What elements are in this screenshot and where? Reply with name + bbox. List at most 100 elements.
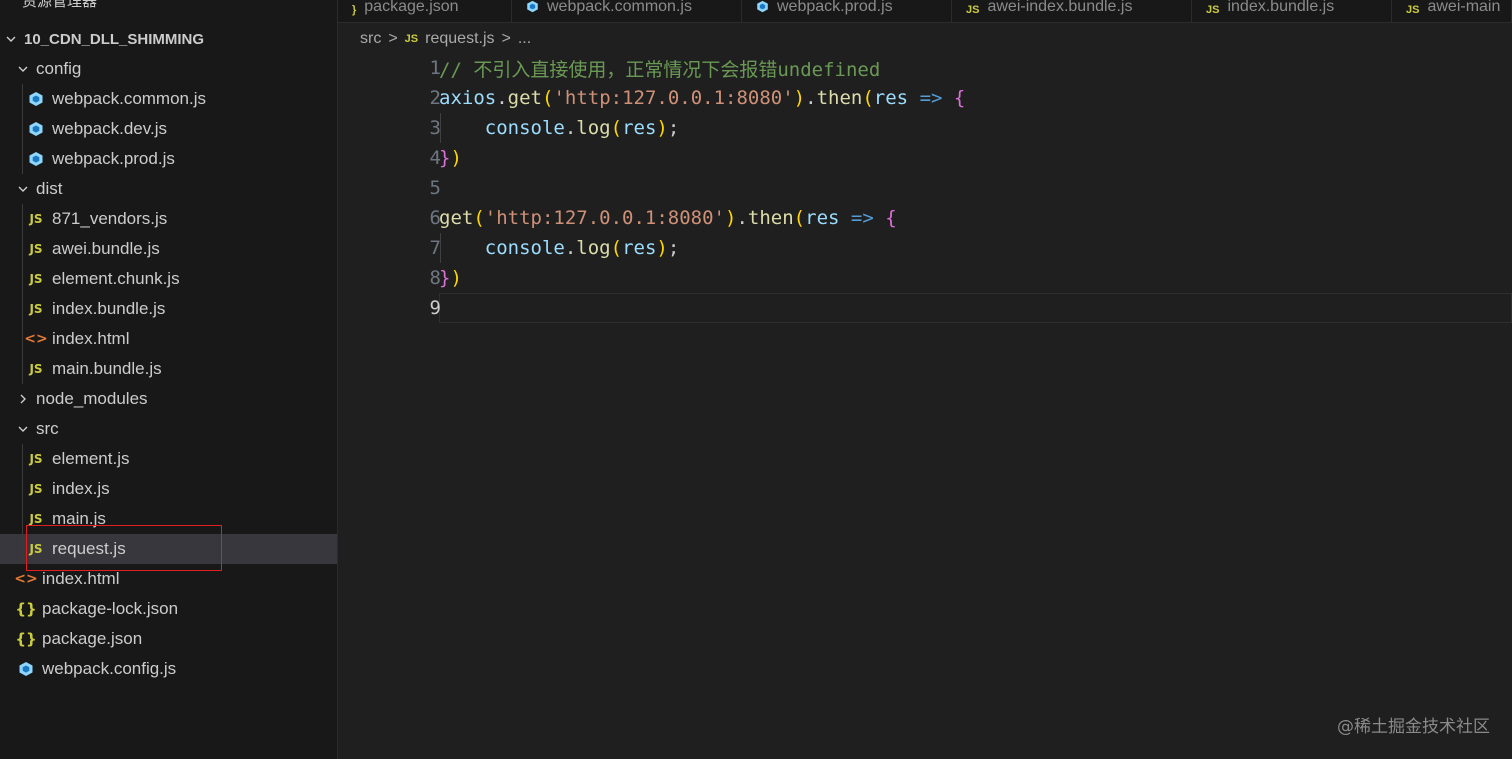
project-root[interactable]: 10_CDN_DLL_SHIMMING: [0, 24, 337, 54]
line-number: 9: [429, 297, 441, 319]
code-line[interactable]: 2 axios.get('http:127.0.0.1:8080').then(r…: [338, 83, 1512, 113]
editor-tab[interactable]: } package.json: [338, 0, 512, 22]
tree-item-label: 871_vendors.js: [52, 209, 168, 228]
explorer-sidebar: 资源管理器 ··· 10_CDN_DLL_SHIMMING config webp…: [0, 0, 338, 759]
tree-indent-guide: [22, 84, 23, 174]
editor-tab[interactable]: JS awei-main: [1392, 0, 1512, 22]
tab-bar: } package.json webpack.common.js webpack.pr…: [338, 0, 1512, 23]
html-file-icon: <>: [14, 571, 38, 587]
watermark: @稀土掘金技术社区: [1337, 717, 1490, 737]
breadcrumb-file[interactable]: request.js: [425, 30, 494, 48]
editor-tab[interactable]: JS index.bundle.js: [1192, 0, 1392, 22]
code-line[interactable]: 5: [338, 173, 1512, 203]
tree-item-label: webpack.dev.js: [52, 119, 167, 138]
tree-item-label: node_modules: [36, 389, 148, 408]
tree-item-label: src: [36, 419, 59, 438]
js-file-icon: JS: [29, 302, 43, 316]
tab-label: package.json: [364, 0, 459, 15]
code-line[interactable]: 1// 不引入直接使用，正常情况下会报错undefined: [338, 53, 1512, 83]
tree-item[interactable]: <> index.html: [0, 564, 337, 594]
tree-item[interactable]: src: [0, 414, 337, 444]
tree-item[interactable]: webpack.config.js: [0, 654, 337, 684]
more-actions-icon[interactable]: ···: [297, 0, 315, 7]
code-text: console.log(res);: [484, 117, 680, 139]
editor-tab[interactable]: JS awei-index.bundle.js: [952, 0, 1192, 22]
chevron-down-icon: [16, 423, 30, 435]
tree-item[interactable]: webpack.common.js: [0, 84, 337, 114]
tree-item[interactable]: dist: [0, 174, 337, 204]
tree-item-label: request.js: [52, 539, 126, 558]
code-line[interactable]: 3 console.log(res);: [338, 113, 1512, 143]
tree-item[interactable]: JS index.bundle.js: [0, 294, 337, 324]
tree-item-label: index.js: [52, 479, 110, 498]
tab-label: awei-index.bundle.js: [987, 0, 1133, 15]
tree-item[interactable]: JS element.js: [0, 444, 337, 474]
json-file-icon: {}: [15, 630, 37, 648]
code-line[interactable]: 7 console.log(res);: [338, 233, 1512, 263]
tree-item[interactable]: JS 871_vendors.js: [0, 204, 337, 234]
webpack-file-icon: [26, 120, 46, 138]
tree-item[interactable]: JS request.js: [0, 534, 337, 564]
code-line[interactable]: 9: [338, 293, 1512, 323]
tree-item[interactable]: node_modules: [0, 384, 337, 414]
tree-item[interactable]: JS awei.bundle.js: [0, 234, 337, 264]
json-file-icon: }: [352, 4, 357, 16]
code-line[interactable]: 4}): [338, 143, 1512, 173]
editor-tab[interactable]: webpack.common.js: [512, 0, 742, 22]
js-file-icon: JS: [29, 542, 43, 556]
js-file-icon: JS: [1206, 4, 1220, 16]
tree-item-label: package-lock.json: [42, 599, 179, 618]
tree-indent-guide: [22, 204, 23, 384]
js-file-icon: JS: [29, 512, 43, 526]
line-number: 4: [429, 147, 441, 169]
line-number: 2: [429, 87, 441, 109]
tab-label: webpack.common.js: [547, 0, 692, 15]
tree-item[interactable]: JS index.js: [0, 474, 337, 504]
tree-item-label: awei.bundle.js: [52, 239, 160, 258]
code-text: axios.get('http:127.0.0.1:8080').then(re…: [439, 87, 966, 109]
code-text: get('http:127.0.0.1:8080').then(res => {: [439, 207, 897, 229]
code-text: }): [439, 267, 462, 289]
breadcrumb: src > JS request.js > ...: [360, 28, 531, 50]
tree-item[interactable]: webpack.dev.js: [0, 114, 337, 144]
html-file-icon: <>: [24, 331, 48, 347]
tree-item[interactable]: webpack.prod.js: [0, 144, 337, 174]
editor-tab[interactable]: webpack.prod.js: [742, 0, 952, 22]
code-line[interactable]: 6 get('http:127.0.0.1:8080').then(res => …: [338, 203, 1512, 233]
js-file-icon: JS: [29, 452, 43, 466]
js-file-icon: JS: [29, 362, 43, 376]
code-text: console.log(res);: [484, 237, 680, 259]
tree-item-label: element.chunk.js: [52, 269, 180, 288]
js-file-icon: JS: [29, 482, 43, 496]
line-number: 7: [429, 237, 441, 259]
breadcrumb-ellipsis[interactable]: ...: [518, 30, 531, 48]
tree-item-label: webpack.prod.js: [52, 149, 175, 168]
chevron-down-icon: [4, 33, 18, 45]
code-line[interactable]: 8}): [338, 263, 1512, 293]
tree-item[interactable]: {} package.json: [0, 624, 337, 654]
line-number: 1: [429, 57, 441, 79]
tree-item-label: element.js: [52, 449, 130, 468]
chevron-down-icon: [16, 183, 30, 195]
tree-item-label: index.html: [52, 329, 130, 348]
tree-item[interactable]: JS main.bundle.js: [0, 354, 337, 384]
breadcrumb-folder[interactable]: src: [360, 30, 381, 48]
js-file-icon: JS: [966, 4, 980, 16]
line-number: 8: [429, 267, 441, 289]
js-file-icon: JS: [1406, 4, 1420, 16]
tab-label: index.bundle.js: [1227, 0, 1335, 15]
tree-item[interactable]: config: [0, 54, 337, 84]
js-file-icon: JS: [404, 33, 419, 45]
code-editor[interactable]: 1// 不引入直接使用，正常情况下会报错undefined 2 axios.get(…: [338, 53, 1512, 759]
tree-indent-guide: [22, 444, 23, 564]
tree-item-label: main.bundle.js: [52, 359, 162, 378]
code-text: }): [439, 147, 462, 169]
tree-item-label: index.bundle.js: [52, 299, 166, 318]
tree-item[interactable]: {} package-lock.json: [0, 594, 337, 624]
json-file-icon: {}: [15, 600, 37, 618]
tree-item[interactable]: <> index.html: [0, 324, 337, 354]
tree-item[interactable]: JS main.js: [0, 504, 337, 534]
js-file-icon: JS: [29, 272, 43, 286]
tree-item[interactable]: JS element.chunk.js: [0, 264, 337, 294]
webpack-file-icon: [26, 150, 46, 168]
